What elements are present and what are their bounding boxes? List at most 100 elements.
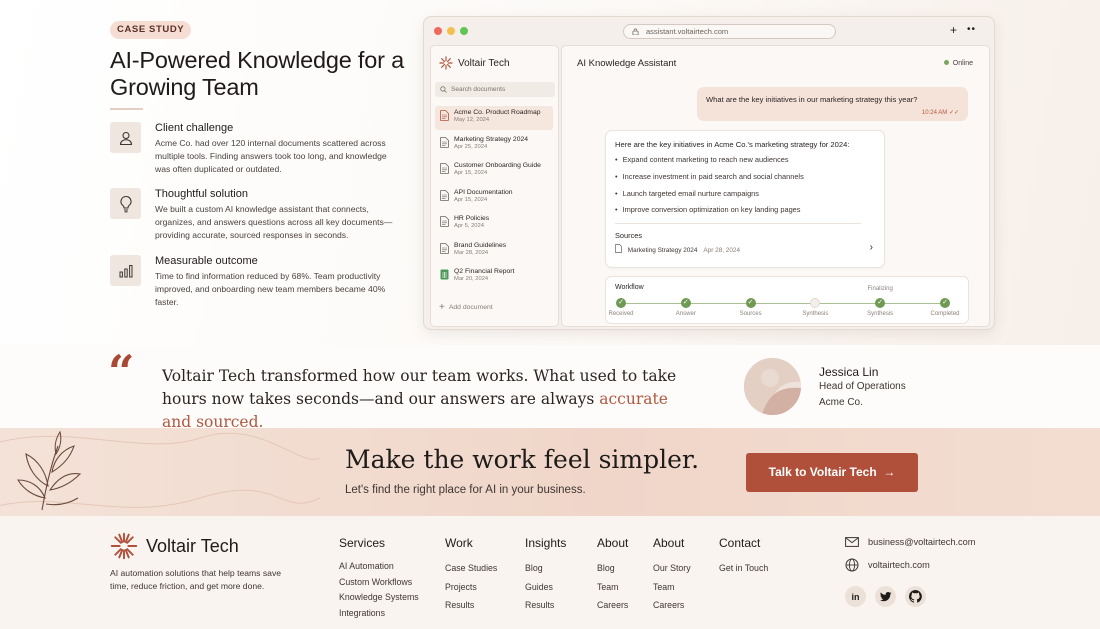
footer-link[interactable]: Blog — [597, 559, 628, 578]
footer-column-about: About Blog Team Careers — [597, 536, 628, 615]
document-name: Q2 Financial Report — [454, 268, 515, 275]
sidebar-document-item[interactable]: HR Policies Apr 5, 2024 — [435, 212, 553, 236]
footer-column-contact: Contact Get in Touch — [719, 536, 768, 578]
chevron-right-icon[interactable]: › — [870, 242, 873, 253]
footer-column-services: Services AI Automation Custom Workflows Kno… — [339, 536, 419, 621]
footer-link[interactable]: Knowledge Systems — [339, 590, 419, 606]
workflow-step-name: Received — [608, 311, 634, 317]
sidebar-document-item[interactable]: Marketing Strategy 2024 Apr 25, 2024 — [435, 133, 553, 157]
footer-link[interactable]: Our Story — [653, 559, 691, 578]
github-icon[interactable] — [905, 586, 926, 607]
workflow-label: Workflow — [615, 284, 644, 291]
feature-title: Measurable outcome — [155, 255, 258, 267]
workflow-step-name: Completed — [930, 311, 960, 317]
footer-link[interactable]: Projects — [445, 578, 497, 597]
chat-title: AI Knowledge Assistant — [577, 58, 677, 69]
lightbulb-icon — [110, 188, 141, 219]
footer-link[interactable]: Case Studies — [445, 559, 497, 578]
feature-title: Thoughtful solution — [155, 188, 248, 200]
check-icon: ✓ — [680, 298, 691, 308]
document-name: Marketing Strategy 2024 — [454, 135, 529, 143]
workflow-step: ✓ Received — [591, 298, 651, 317]
read-check-icon: ✓✓ — [948, 110, 959, 116]
document-date: Apr 15, 2024 — [454, 196, 488, 203]
document-name: Acme Co. Product Roadmap — [454, 109, 541, 116]
document-name: HR Policies — [454, 215, 490, 222]
sidebar-document-item[interactable]: Acme Co. Product Roadmap May 12, 2024 — [435, 106, 553, 130]
footer-link[interactable]: Team — [653, 578, 691, 597]
linkedin-icon[interactable]: in — [845, 586, 866, 607]
voltair-logo-icon — [439, 56, 453, 70]
workflow-step-name: Answer — [675, 311, 696, 317]
workflow-step-name: Sources — [739, 311, 762, 317]
source-date: Apr 28, 2024 — [703, 247, 741, 254]
leaf-decoration-icon — [0, 430, 320, 511]
sidebar-brand[interactable]: Voltair Tech — [439, 56, 510, 70]
sidebar-document-item[interactable]: API Documentation Apr 15, 2024 — [435, 186, 553, 210]
list-item: Improve conversion optimization on key l… — [615, 202, 804, 219]
sidebar-document-item[interactable]: Brand Guidelines Mar 28, 2024 — [435, 239, 553, 263]
source-name: Marketing Strategy 2024 — [627, 247, 698, 254]
document-icon — [440, 136, 449, 148]
footer-link[interactable]: Results — [445, 596, 497, 615]
footer-link[interactable]: Custom Workflows — [339, 575, 419, 591]
workflow-step: ✓ Sources — [721, 298, 781, 317]
footer-website[interactable]: voltairtech.com — [845, 558, 930, 572]
cta-section: Make the work feel simpler. Let's find t… — [0, 428, 1100, 516]
sidebar-document-item[interactable]: Customer Onboarding Guide Apr 15, 2024 — [435, 159, 553, 183]
cta-subtitle: Let's find the right place for AI in you… — [345, 484, 586, 496]
mail-icon — [845, 537, 859, 547]
cta-button-label: Talk to Voltair Tech — [768, 465, 877, 479]
more-icon[interactable]: •• — [967, 23, 976, 37]
message-time: 10:24 AM ✓✓ — [922, 109, 959, 116]
url-bar[interactable]: assistant.voltairtech.com — [623, 24, 836, 39]
website-text: voltairtech.com — [868, 560, 930, 570]
footer-column-about: About Our Story Team Careers — [653, 536, 691, 615]
sidebar-document-item[interactable]: Q2 Financial Report Mar 20, 2024 — [435, 265, 553, 289]
globe-icon — [845, 558, 859, 572]
minimize-dot[interactable] — [447, 27, 455, 35]
message-time-text: 10:24 AM — [921, 110, 948, 116]
footer-link[interactable]: Get in Touch — [719, 559, 768, 578]
user-message: What are the key initiatives in our mark… — [697, 87, 968, 121]
footer-link[interactable]: Team — [597, 578, 628, 597]
pending-circle-icon — [810, 298, 821, 308]
footer-brand[interactable]: Voltair Tech — [110, 532, 239, 560]
document-date: Mar 20, 2024 — [454, 276, 489, 282]
document-icon — [440, 163, 449, 174]
footer-column-heading: Work — [445, 536, 473, 550]
source-item[interactable]: Marketing Strategy 2024 Apr 28, 2024 — [615, 244, 740, 254]
document-date: Mar 28, 2024 — [454, 249, 489, 256]
twitter-icon[interactable] — [875, 586, 896, 607]
footer-link[interactable]: Integrations — [339, 606, 419, 622]
footer-link[interactable]: Careers — [653, 596, 691, 615]
maximize-dot[interactable] — [460, 27, 468, 35]
document-date: Apr 25, 2024 — [454, 143, 488, 150]
voltair-logo-icon — [110, 532, 138, 560]
footer-link[interactable]: AI Automation — [339, 559, 419, 575]
footer-column-heading: Contact — [719, 536, 761, 550]
close-dot[interactable] — [434, 27, 442, 35]
chat-panel: AI Knowledge Assistant Online What are t… — [561, 45, 990, 327]
footer-email[interactable]: business@voltairtech.com — [845, 537, 975, 547]
footer: Voltair Tech AI automation solutions tha… — [0, 516, 1100, 629]
sources-label: Sources — [615, 231, 643, 240]
workflow-step: Synthesis — [785, 298, 845, 317]
footer-link[interactable]: Guides — [525, 578, 566, 597]
documents-sidebar: Voltair Tech Search documents Acme Co. P… — [430, 45, 559, 327]
footer-link[interactable]: Blog — [525, 559, 566, 578]
footer-link[interactable]: Careers — [597, 596, 628, 615]
document-icon — [440, 189, 449, 201]
new-tab-icon[interactable]: + — [950, 23, 957, 37]
add-document-label: Add document — [448, 304, 493, 311]
bar-chart-icon — [110, 255, 141, 286]
workflow-step: Finalizing ✓ Synthesis — [850, 286, 910, 317]
add-document-button[interactable]: + Add document — [439, 302, 493, 313]
user-icon — [110, 122, 141, 153]
talk-to-voltair-button[interactable]: Talk to Voltair Tech → — [746, 453, 918, 492]
status-label: Online — [952, 60, 973, 67]
feature-text: Acme Co. had over 120 internal documents… — [155, 138, 387, 175]
document-search-input[interactable]: Search documents — [435, 82, 555, 97]
sidebar-brand-name: Voltair Tech — [458, 57, 510, 69]
footer-link[interactable]: Results — [525, 596, 566, 615]
